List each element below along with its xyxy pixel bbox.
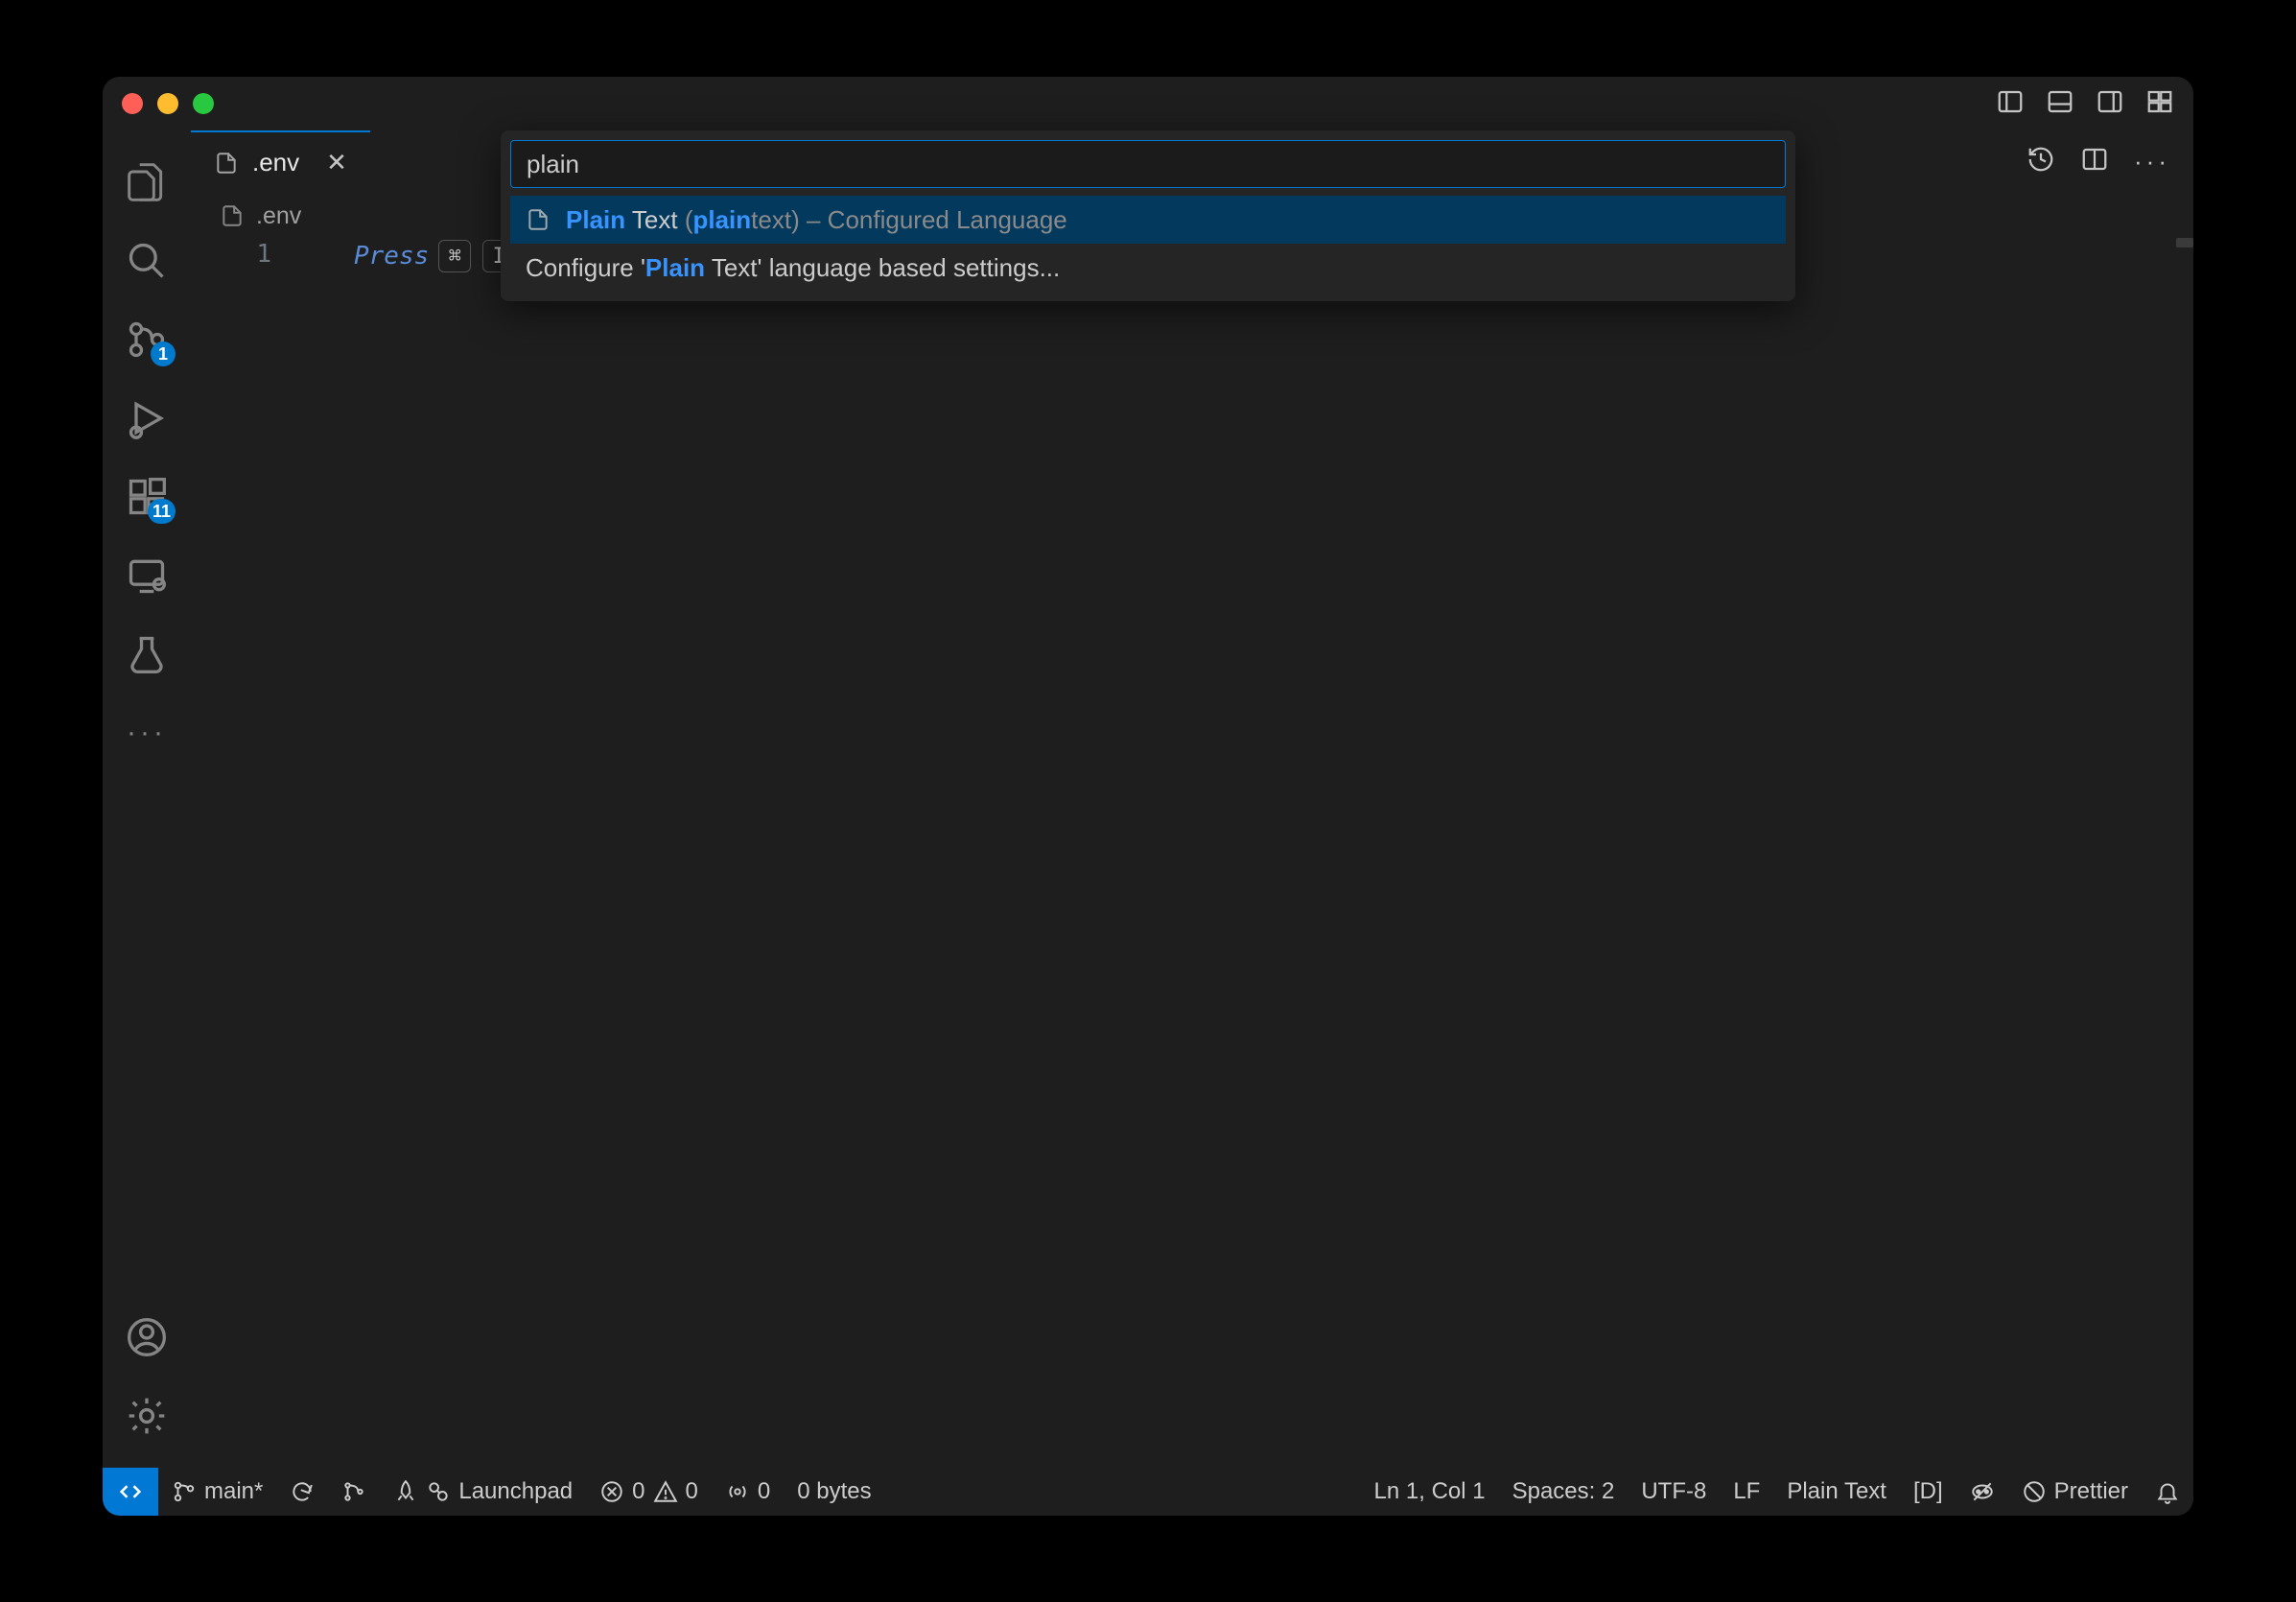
cursor-label: Ln 1, Col 1 <box>1374 1478 1486 1505</box>
palette-item-label: Plain Text (plaintext) – Configured Lang… <box>566 205 1067 235</box>
spaces-label: Spaces: 2 <box>1512 1478 1615 1505</box>
ports-count: 0 <box>758 1478 770 1505</box>
file-icon <box>526 207 551 232</box>
prettier-label: Prettier <box>2054 1478 2128 1505</box>
extensions-icon[interactable]: 11 <box>124 474 170 520</box>
launchpad[interactable]: Launchpad <box>380 1468 586 1516</box>
kbd-cmd: ⌘ <box>438 240 471 272</box>
errors-count: 0 <box>632 1478 644 1505</box>
encoding-label: UTF-8 <box>1641 1478 1706 1505</box>
minimap[interactable] <box>2176 238 2193 247</box>
tab-label: .env <box>252 148 299 177</box>
file-icon <box>214 151 239 176</box>
line-number: 1 <box>191 240 306 269</box>
remote-indicator[interactable] <box>103 1468 158 1516</box>
minimize-window-button[interactable] <box>157 93 178 114</box>
testing-icon[interactable] <box>124 631 170 677</box>
source-control-icon[interactable]: 1 <box>124 317 170 363</box>
indentation[interactable]: Spaces: 2 <box>1499 1468 1628 1516</box>
command-palette: Plain Text (plaintext) – Configured Lang… <box>501 130 1795 301</box>
eol-label: LF <box>1733 1478 1760 1505</box>
remote-explorer-icon[interactable] <box>124 553 170 599</box>
launchpad-label: Launchpad <box>458 1478 573 1505</box>
language-label: Plain Text <box>1787 1478 1886 1505</box>
titlebar <box>103 77 2193 130</box>
activity-bar: 1 11 ··· <box>103 130 191 1468</box>
palette-item-plain-text[interactable]: Plain Text (plaintext) – Configured Lang… <box>510 196 1786 244</box>
explorer-icon[interactable] <box>124 159 170 205</box>
activity-bar-bottom <box>124 1314 170 1468</box>
maximize-window-button[interactable] <box>193 93 214 114</box>
eol[interactable]: LF <box>1720 1468 1773 1516</box>
close-window-button[interactable] <box>122 93 143 114</box>
window-body: 1 11 ··· <box>103 130 2193 1468</box>
palette-input[interactable] <box>510 140 1786 188</box>
settings-gear-icon[interactable] <box>124 1393 170 1439</box>
timeline-icon[interactable] <box>2027 145 2055 178</box>
mode-label: [D] <box>1913 1478 1943 1505</box>
prettier-status[interactable]: Prettier <box>2008 1468 2142 1516</box>
status-right: Ln 1, Col 1 Spaces: 2 UTF-8 LF Plain Tex… <box>1361 1468 2193 1516</box>
git-branch[interactable]: main* <box>158 1468 276 1516</box>
accounts-icon[interactable] <box>124 1314 170 1360</box>
text-editor[interactable]: 1 Press ⌘ I to ask GitHub Copilot to do … <box>191 238 2193 1468</box>
search-icon[interactable] <box>124 238 170 284</box>
vscode-window: 1 11 ··· <box>103 77 2193 1516</box>
palette-item-label: Configure 'Plain Text' language based se… <box>526 253 1060 283</box>
more-icon[interactable]: ··· <box>124 710 170 756</box>
git-graph[interactable] <box>328 1468 380 1516</box>
toggle-secondary-sidebar-icon[interactable] <box>2096 87 2124 121</box>
ports[interactable]: 0 <box>712 1468 784 1516</box>
copilot-status[interactable] <box>1956 1468 2008 1516</box>
customize-layout-icon[interactable] <box>2145 87 2174 121</box>
problems[interactable]: 0 0 <box>586 1468 712 1516</box>
titlebar-layout-controls <box>1996 87 2174 121</box>
breadcrumb-label: .env <box>256 202 301 230</box>
tab-close-icon[interactable]: ✕ <box>326 148 347 177</box>
encoding[interactable]: UTF-8 <box>1628 1468 1720 1516</box>
more-actions-icon[interactable]: ··· <box>2134 147 2170 177</box>
notifications-bell[interactable] <box>2142 1468 2193 1516</box>
git-sync[interactable] <box>276 1468 328 1516</box>
status-bar: main* Launchpad 0 0 0 0 bytes Ln 1, <box>103 1468 2193 1516</box>
warnings-count: 0 <box>686 1478 698 1505</box>
file-size[interactable]: 0 bytes <box>784 1468 884 1516</box>
language-mode[interactable]: Plain Text <box>1773 1468 1900 1516</box>
cursor-position[interactable]: Ln 1, Col 1 <box>1361 1468 1499 1516</box>
file-size-label: 0 bytes <box>797 1478 871 1505</box>
split-editor-icon[interactable] <box>2080 145 2109 178</box>
hint-press: Press <box>354 242 429 271</box>
editor-actions: ··· <box>2027 130 2193 193</box>
editor-group: .env ✕ ··· .env 1 <box>191 130 2193 1468</box>
file-icon <box>220 203 245 228</box>
toggle-panel-icon[interactable] <box>2046 87 2074 121</box>
palette-item-configure[interactable]: Configure 'Plain Text' language based se… <box>510 244 1786 292</box>
tab-env[interactable]: .env ✕ <box>191 130 370 193</box>
toggle-primary-sidebar-icon[interactable] <box>1996 87 2025 121</box>
mode-indicator[interactable]: [D] <box>1900 1468 1956 1516</box>
palette-results: Plain Text (plaintext) – Configured Lang… <box>510 196 1786 292</box>
source-control-badge: 1 <box>151 342 176 366</box>
run-debug-icon[interactable] <box>124 395 170 441</box>
extensions-badge: 11 <box>148 499 176 524</box>
branch-name: main* <box>204 1478 263 1505</box>
traffic-lights <box>122 93 214 114</box>
